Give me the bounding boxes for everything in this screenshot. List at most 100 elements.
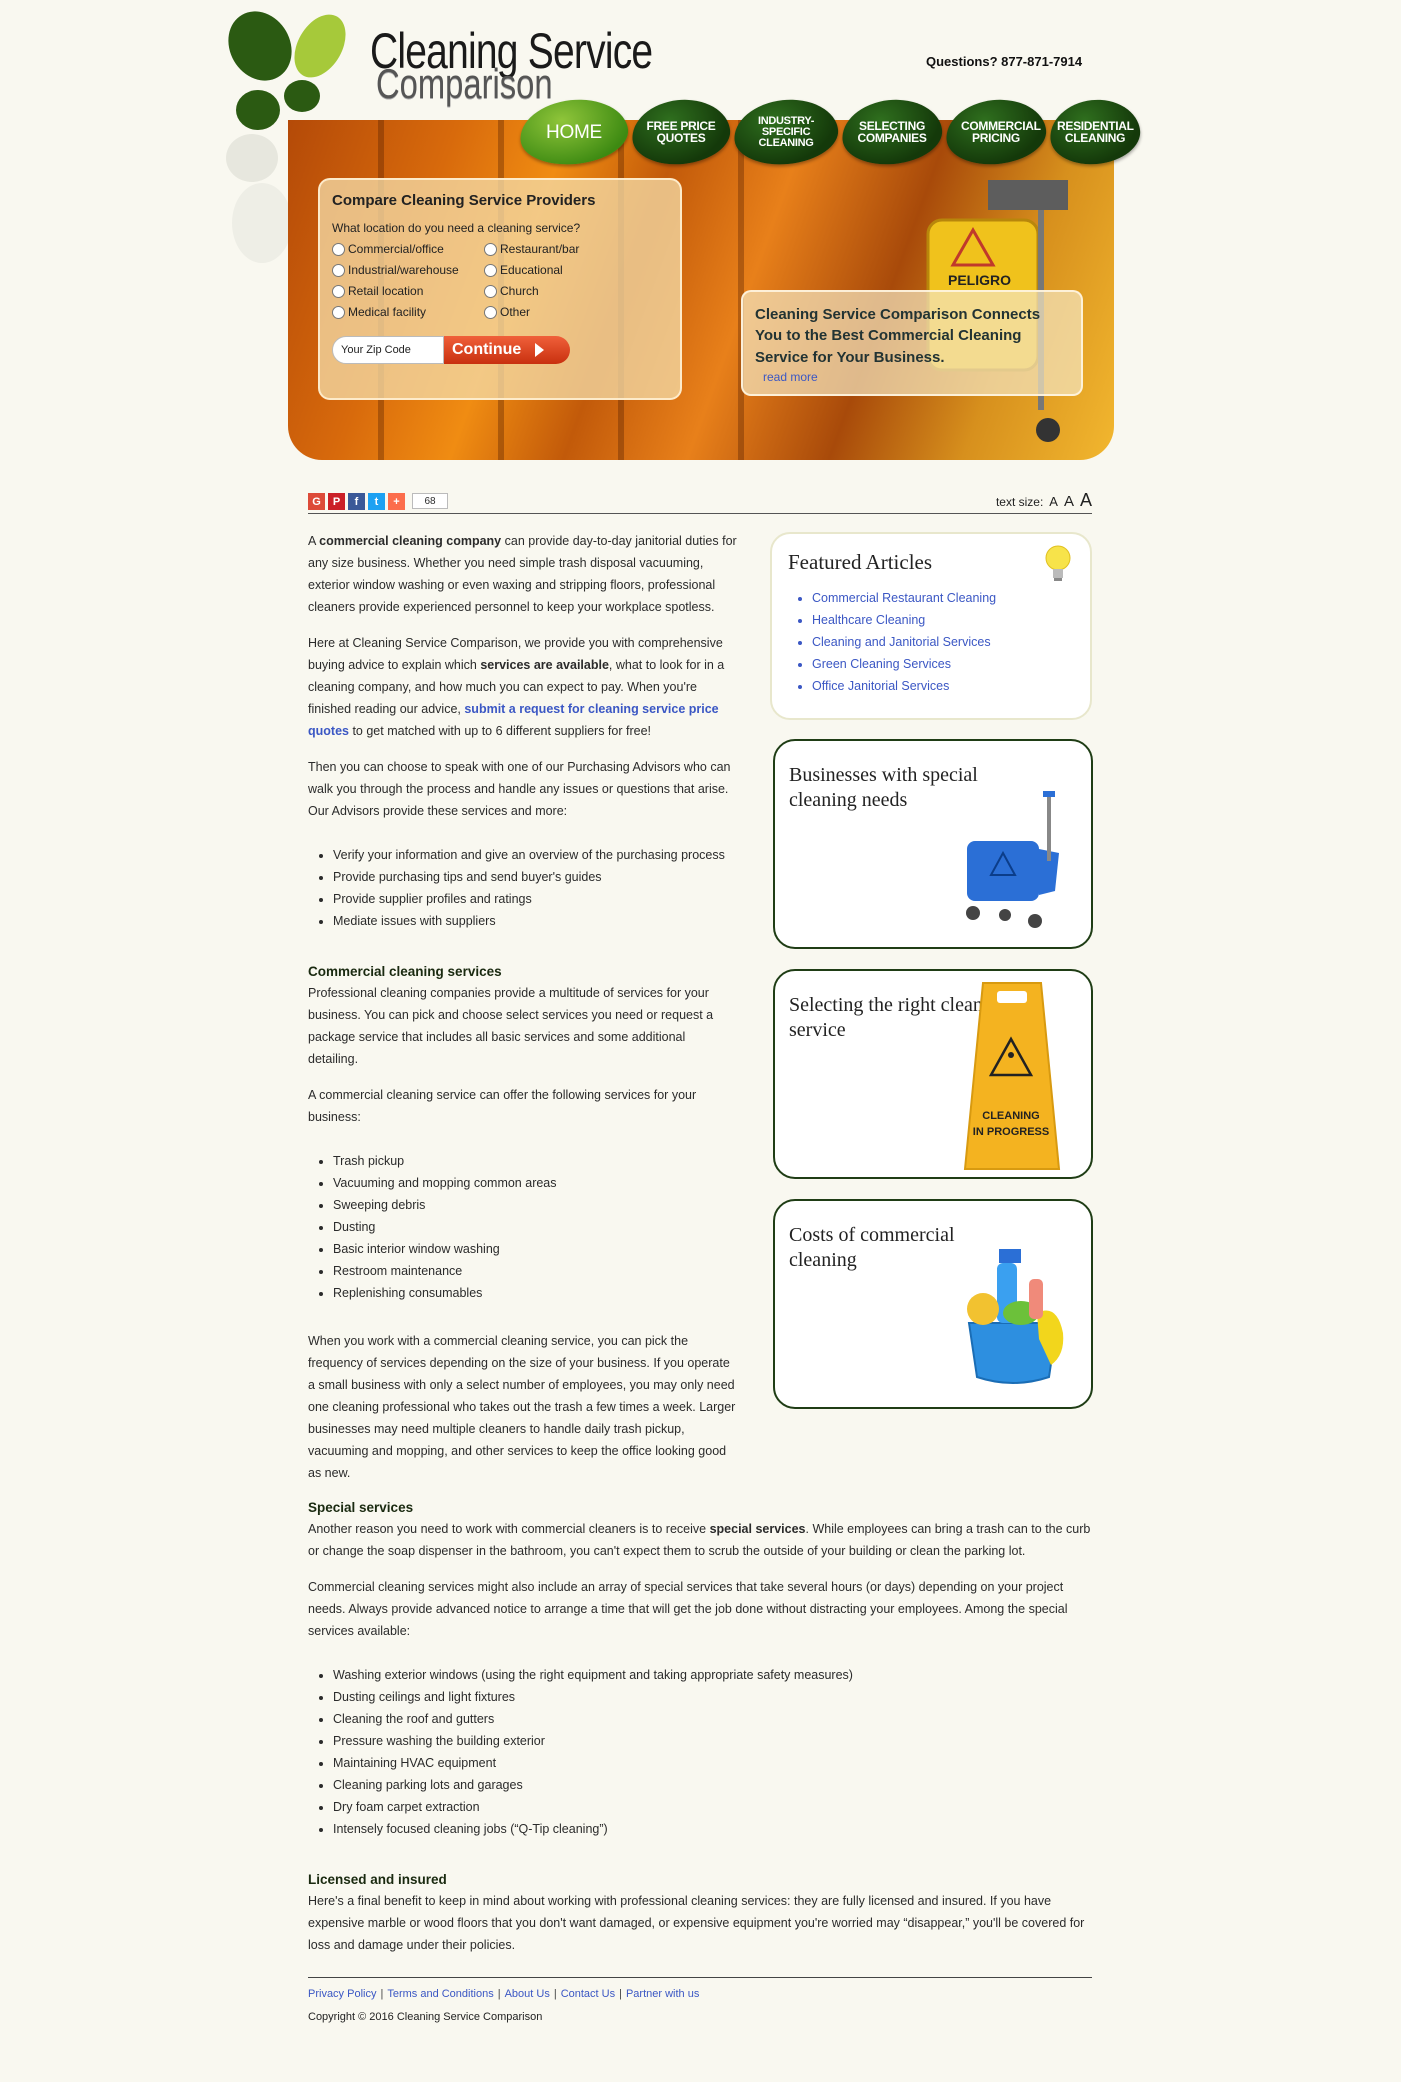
nav-home[interactable]: Home — [516, 94, 632, 170]
list-item: Pressure washing the building exterior — [333, 1730, 1092, 1752]
featured-list: Commercial Restaurant Cleaning Healthcar… — [812, 587, 1074, 697]
read-more-link[interactable]: read more — [763, 370, 818, 384]
list-item: Cleaning the roof and gutters — [333, 1708, 1092, 1730]
pinterest-icon[interactable]: P — [328, 493, 345, 510]
card-special-needs[interactable]: Businesses with special cleaning needs — [773, 739, 1093, 949]
promo-text: Cleaning Service Comparison Connects You… — [755, 306, 1041, 366]
google-plus-icon[interactable]: G — [308, 493, 325, 510]
featured-item: Cleaning and Janitorial Services — [812, 631, 1074, 653]
list-item: Verify your information and give an over… — [333, 844, 763, 866]
compare-form-question: What location do you need a cleaning ser… — [332, 221, 581, 235]
paragraph: Professional cleaning companies provide … — [308, 986, 714, 1066]
featured-item: Green Cleaning Services — [812, 653, 1074, 675]
radio-circle-icon[interactable] — [332, 263, 345, 277]
paragraph: Commercial cleaning services might also … — [308, 1580, 1068, 1638]
nav-selecting-companies[interactable]: Selecting Companies — [838, 94, 946, 170]
radio-commercial-office[interactable]: Commercial/office — [332, 239, 484, 259]
special-services-list: Washing exterior windows (using the righ… — [333, 1664, 1092, 1840]
paragraph: Another reason you need to work with com… — [308, 1522, 1091, 1558]
footer-divider — [308, 1977, 1092, 1978]
featured-item: Office Janitorial Services — [812, 675, 1074, 697]
footer-link-privacy[interactable]: Privacy Policy — [308, 1988, 376, 2000]
footer-separator: | — [380, 1988, 384, 2000]
list-item: Trash pickup — [333, 1150, 763, 1172]
list-item: Dusting — [333, 1216, 763, 1238]
sign-text-cleaning: CLEANING — [982, 1110, 1039, 1122]
promo-box: Cleaning Service Comparison Connects You… — [741, 290, 1083, 396]
card-costs[interactable]: Costs of commercial cleaning — [773, 1199, 1093, 1409]
list-item: Provide purchasing tips and send buyer's… — [333, 866, 763, 888]
nav-residential-cleaning[interactable]: Residential Cleaning — [1046, 95, 1144, 169]
zip-code-input[interactable]: Your Zip Code — [332, 336, 444, 364]
radio-medical-facility[interactable]: Medical facility — [332, 302, 484, 322]
compare-form: Compare Cleaning Service Providers What … — [318, 178, 682, 400]
facebook-icon[interactable]: f — [348, 493, 365, 510]
footer-link-about[interactable]: About Us — [505, 1988, 550, 2000]
paragraph: A commercial cleaning service can offer … — [308, 1088, 697, 1124]
radio-circle-icon[interactable] — [332, 305, 345, 319]
footer-separator: | — [553, 1988, 557, 2000]
list-item: Vacuuming and mopping common areas — [333, 1172, 763, 1194]
footer-links: Privacy Policy | Terms and Conditions | Abou… — [308, 1988, 699, 2000]
services-list: Trash pickup Vacuuming and mopping commo… — [333, 1150, 763, 1304]
radio-restaurant-bar[interactable]: Restaurant/bar — [484, 239, 634, 259]
radio-retail-location[interactable]: Retail location — [332, 281, 484, 301]
featured-link[interactable]: Commercial Restaurant Cleaning — [812, 591, 996, 605]
footer-link-terms[interactable]: Terms and Conditions — [387, 1988, 493, 2000]
list-item: Mediate issues with suppliers — [333, 910, 763, 932]
radio-educational[interactable]: Educational — [484, 260, 634, 280]
add-share-icon[interactable]: + — [388, 493, 405, 510]
featured-item: Healthcare Cleaning — [812, 609, 1074, 631]
radio-church[interactable]: Church — [484, 281, 634, 301]
section-heading: Licensed and insured — [308, 1872, 447, 1887]
featured-link[interactable]: Cleaning and Janitorial Services — [812, 635, 991, 649]
text-size-small[interactable]: A — [1049, 494, 1058, 509]
continue-button[interactable]: Continue — [444, 336, 570, 364]
list-item: Washing exterior windows (using the righ… — [333, 1664, 1092, 1686]
radio-industrial-warehouse[interactable]: Industrial/warehouse — [332, 260, 484, 280]
mop-bucket-icon — [966, 791, 1059, 928]
paragraph: Here's a final benefit to keep in mind a… — [308, 1894, 1085, 1952]
text-size-controls: text size: A A A — [996, 490, 1092, 511]
radio-circle-icon[interactable] — [484, 263, 497, 277]
lightbulb-icon — [1045, 545, 1071, 581]
sign-text-in-progress: IN PROGRESS — [973, 1126, 1049, 1138]
list-item: Cleaning parking lots and garages — [333, 1774, 1092, 1796]
list-item: Basic interior window washing — [333, 1238, 763, 1260]
list-item: Restroom maintenance — [333, 1260, 763, 1282]
featured-title: Featured Articles — [788, 550, 933, 574]
nav-free-price-quotes[interactable]: Free Price Quotes — [628, 95, 734, 169]
featured-link[interactable]: Healthcare Cleaning — [812, 613, 925, 627]
list-item: Dusting ceilings and light fixtures — [333, 1686, 1092, 1708]
footer-link-partner[interactable]: Partner with us — [626, 1988, 699, 2000]
radio-circle-icon[interactable] — [484, 242, 497, 256]
footer-link-contact[interactable]: Contact Us — [561, 1988, 615, 2000]
paragraph: Here at Cleaning Service Comparison, we … — [308, 636, 725, 738]
phone-text: Questions? 877-871-7914 — [926, 54, 1083, 69]
list-item: Sweeping debris — [333, 1194, 763, 1216]
zip-row: Your Zip Code Continue — [332, 336, 668, 364]
radio-circle-icon[interactable] — [484, 305, 497, 319]
text-size-medium[interactable]: A — [1064, 493, 1074, 510]
radio-circle-icon[interactable] — [332, 242, 345, 256]
list-item: Maintaining HVAC equipment — [333, 1752, 1092, 1774]
list-item: Provide supplier profiles and ratings — [333, 888, 763, 910]
radio-other[interactable]: Other — [484, 302, 634, 322]
footer-separator: | — [619, 1988, 622, 2000]
featured-link[interactable]: Green Cleaning Services — [812, 657, 951, 671]
nav-industry-specific-cleaning[interactable]: Industry-Specific Cleaning — [730, 94, 842, 170]
location-options: Commercial/office Restaurant/bar Industr… — [332, 239, 668, 322]
copyright-text: Copyright © 2016 Cleaning Service Compar… — [308, 2011, 543, 2023]
card-selecting-service[interactable]: Selecting the right cleaning service CLE… — [773, 969, 1093, 1179]
radio-circle-icon[interactable] — [484, 284, 497, 298]
section-heading: Special services — [308, 1500, 414, 1515]
nav-commercial-pricing[interactable]: Commercial Pricing — [942, 94, 1050, 170]
text-size-large[interactable]: A — [1080, 490, 1092, 511]
twitter-icon[interactable]: t — [368, 493, 385, 510]
featured-link[interactable]: Office Janitorial Services — [812, 679, 949, 693]
list-item: Dry foam carpet extraction — [333, 1796, 1092, 1818]
footer-separator: | — [497, 1988, 501, 2000]
radio-circle-icon[interactable] — [332, 284, 345, 298]
advisor-list: Verify your information and give an over… — [333, 844, 763, 932]
featured-articles: Featured Articles Commercial Restaurant … — [770, 532, 1092, 720]
